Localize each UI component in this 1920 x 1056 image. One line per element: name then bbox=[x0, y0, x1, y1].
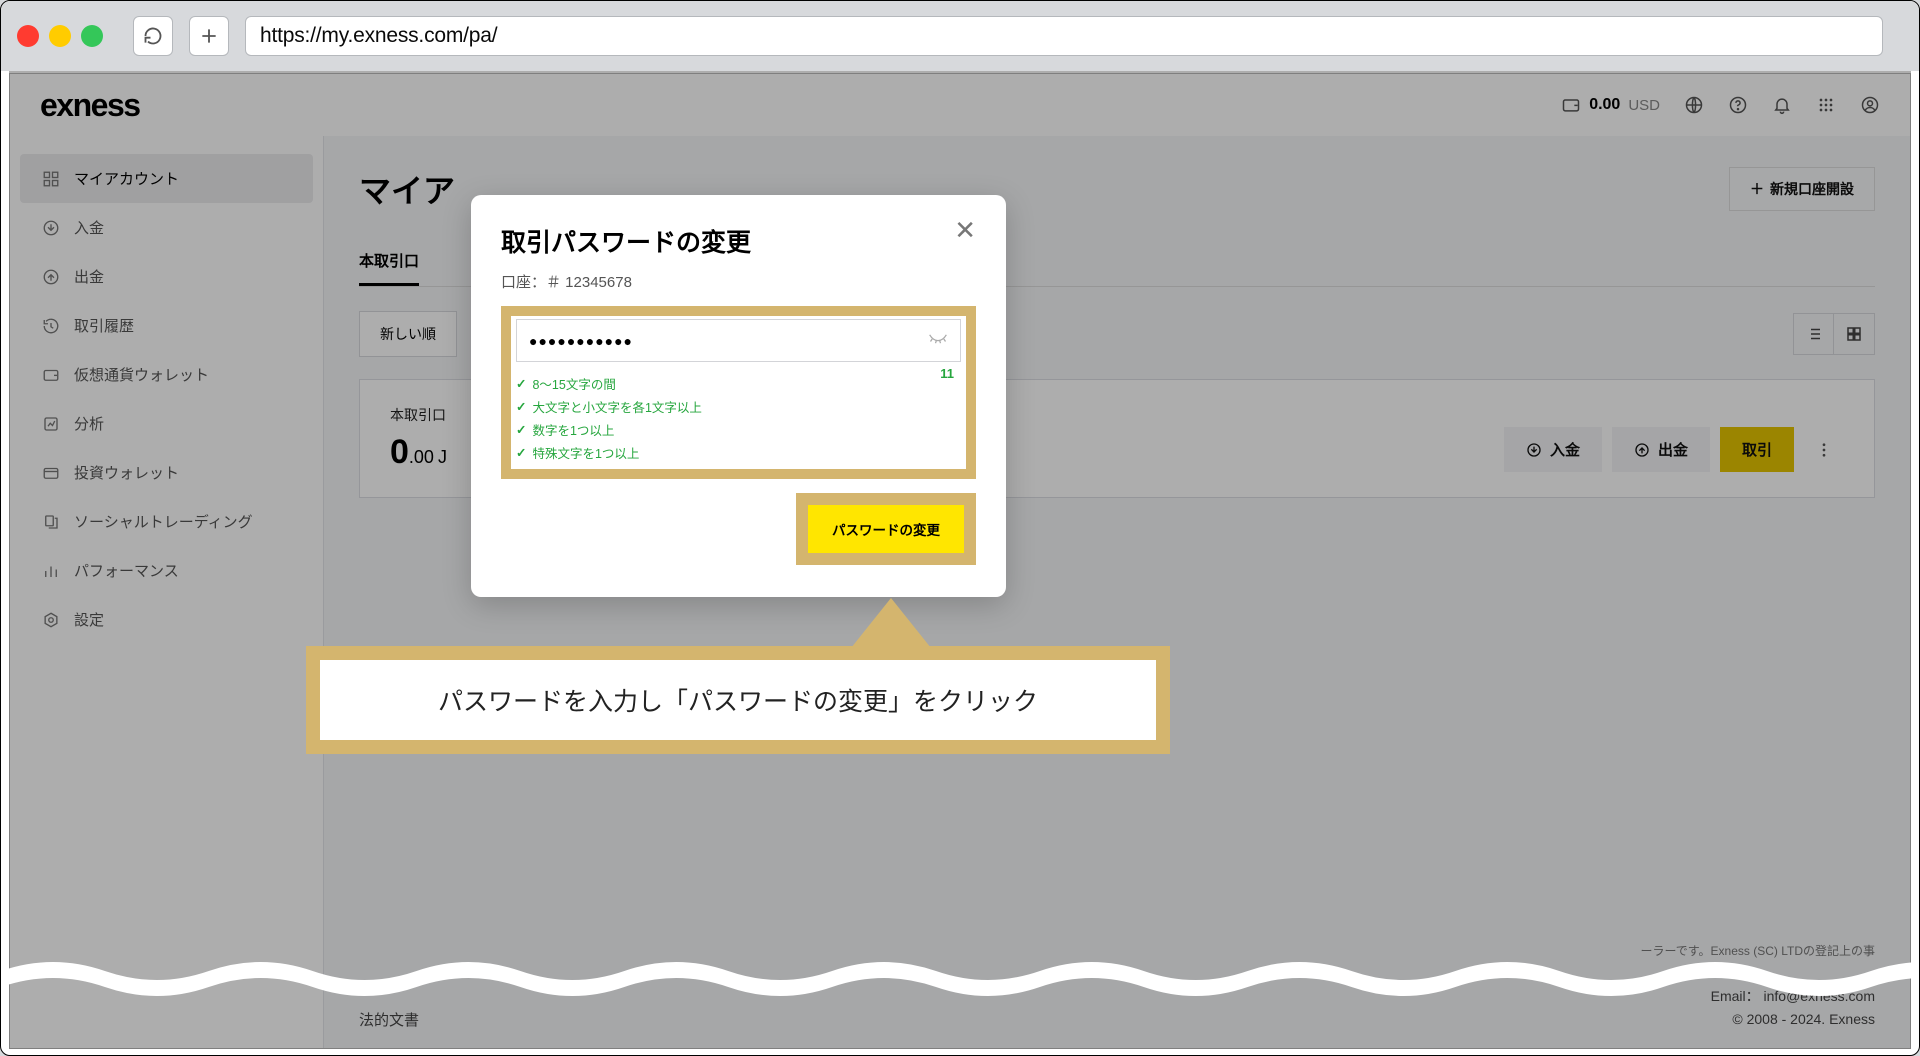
check-icon: ✓ bbox=[516, 376, 526, 391]
eye-closed-icon[interactable] bbox=[928, 332, 948, 349]
req-text: 大文字と小文字を各1文字以上 bbox=[532, 397, 701, 416]
close-icon[interactable]: ✕ bbox=[954, 223, 976, 239]
password-input-wrap: 11 bbox=[516, 319, 961, 362]
password-input[interactable] bbox=[529, 333, 928, 349]
check-icon: ✓ bbox=[516, 445, 526, 460]
highlight-input-section: 11 ✓ 8〜15文字の間 ✓ 大文字と小文字を各1文字以上 ✓ 数字を1つ以上 ✓ 特… bbox=[501, 306, 976, 479]
modal-account-info: 口座：＃ 12345678 bbox=[501, 271, 976, 292]
check-icon: ✓ bbox=[516, 422, 526, 437]
url-text: https://my.exness.com/pa/ bbox=[260, 24, 497, 48]
reload-button[interactable] bbox=[133, 16, 173, 56]
account-number: 12345678 bbox=[565, 274, 632, 291]
req-item: ✓ 数字を1つ以上 bbox=[516, 420, 961, 439]
req-text: 数字を1つ以上 bbox=[532, 420, 614, 439]
minimize-window-icon[interactable] bbox=[49, 25, 71, 47]
req-item: ✓ 8〜15文字の間 bbox=[516, 374, 961, 393]
browser-titlebar: https://my.exness.com/pa/ bbox=[1, 1, 1919, 71]
traffic-lights bbox=[17, 25, 103, 47]
url-bar[interactable]: https://my.exness.com/pa/ bbox=[245, 16, 1883, 56]
account-prefix: 口座：＃ bbox=[501, 274, 565, 291]
window-frame: https://my.exness.com/pa/ exness 0.00 US… bbox=[0, 0, 1920, 1056]
callout-arrow bbox=[851, 598, 931, 648]
req-item: ✓ 特殊文字を1つ以上 bbox=[516, 443, 961, 462]
char-count: 11 bbox=[940, 366, 954, 381]
highlight-submit: パスワードの変更 bbox=[796, 493, 976, 565]
new-tab-button[interactable] bbox=[189, 16, 229, 56]
change-password-modal: 取引パスワードの変更 ✕ 口座：＃ 12345678 11 ✓ 8〜15文字の間 … bbox=[471, 195, 1006, 597]
req-item: ✓ 大文字と小文字を各1文字以上 bbox=[516, 397, 961, 416]
req-text: 特殊文字を1つ以上 bbox=[532, 443, 639, 462]
instruction-callout: パスワードを入力し「パスワードの変更」をクリック bbox=[306, 646, 1170, 754]
change-password-button[interactable]: パスワードの変更 bbox=[808, 505, 964, 553]
callout-text: パスワードを入力し「パスワードの変更」をクリック bbox=[320, 660, 1156, 740]
check-icon: ✓ bbox=[516, 399, 526, 414]
maximize-window-icon[interactable] bbox=[81, 25, 103, 47]
modal-title: 取引パスワードの変更 bbox=[501, 223, 751, 259]
req-text: 8〜15文字の間 bbox=[532, 374, 615, 393]
close-window-icon[interactable] bbox=[17, 25, 39, 47]
password-requirements: ✓ 8〜15文字の間 ✓ 大文字と小文字を各1文字以上 ✓ 数字を1つ以上 ✓ 特殊文字… bbox=[516, 374, 961, 462]
